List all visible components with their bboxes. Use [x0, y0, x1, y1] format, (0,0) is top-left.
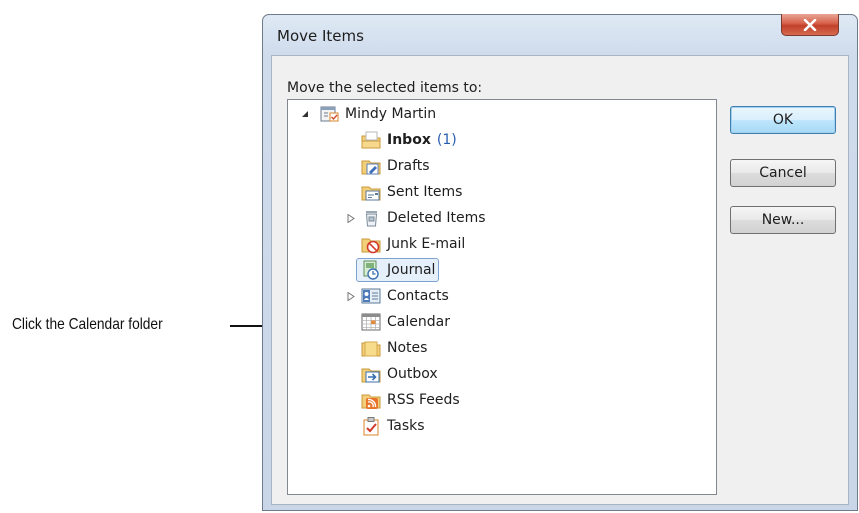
- tree-item-label: Inbox: [387, 132, 431, 148]
- tree-item-outbox[interactable]: Outbox: [360, 362, 438, 386]
- collapsed-triangle-icon: [347, 291, 355, 301]
- cancel-button[interactable]: Cancel: [730, 159, 836, 187]
- collapsed-triangle-icon: [347, 213, 355, 223]
- dialog-client-area: Move the selected items to: Mindy Martin: [271, 55, 849, 505]
- close-icon: [803, 18, 817, 31]
- tree-item-inbox[interactable]: Inbox (1): [360, 128, 457, 152]
- tree-item-mindy-martin[interactable]: Mindy Martin: [318, 102, 436, 126]
- tree-item-rss-feeds[interactable]: RSS Feeds: [360, 388, 460, 412]
- journal-icon: [363, 260, 379, 280]
- annotation-callout-text: Click the Calendar folder: [12, 316, 163, 333]
- tree-item-label: Calendar: [387, 314, 450, 330]
- tree-item-label: Journal: [387, 262, 436, 278]
- tree-item-drafts[interactable]: Drafts: [360, 154, 430, 178]
- notes-folder-icon: [361, 341, 381, 357]
- tree-item-tasks[interactable]: Tasks: [360, 414, 425, 438]
- ok-button[interactable]: OK: [730, 106, 836, 134]
- unread-count-badge: (1): [436, 132, 457, 148]
- tree-item-label: Tasks: [387, 418, 425, 434]
- close-button[interactable]: [781, 14, 839, 36]
- tree-item-label: Sent Items: [387, 184, 463, 200]
- tree-item-calendar[interactable]: Calendar: [360, 310, 450, 334]
- mailbox-icon: [320, 106, 339, 122]
- tree-item-label: Contacts: [387, 288, 449, 304]
- folder-tree[interactable]: Mindy Martin Inbox (1) Drafts Sent Items…: [287, 99, 717, 495]
- tree-item-journal[interactable]: Journal: [356, 258, 440, 282]
- expand-collapse-toggle[interactable]: [300, 109, 310, 119]
- rss-feeds-icon: [361, 394, 381, 409]
- tree-item-deleted-items[interactable]: Deleted Items: [360, 206, 486, 230]
- expanded-triangle-icon: [302, 111, 308, 117]
- dialog-title: Move Items: [277, 27, 364, 45]
- new-folder-button[interactable]: New...: [730, 206, 836, 234]
- tree-item-label: RSS Feeds: [387, 392, 460, 408]
- contacts-icon: [361, 288, 381, 304]
- move-items-dialog: Move Items Move the selected items to: M…: [262, 14, 858, 511]
- expand-collapse-toggle[interactable]: [346, 291, 356, 301]
- tree-item-label: Drafts: [387, 158, 430, 174]
- tree-item-notes[interactable]: Notes: [360, 336, 427, 360]
- expand-collapse-toggle[interactable]: [346, 213, 356, 223]
- outbox-icon: [361, 368, 381, 383]
- tree-item-label: Mindy Martin: [345, 106, 437, 122]
- tree-item-label: Deleted Items: [387, 210, 486, 226]
- move-prompt-label: Move the selected items to:: [287, 80, 483, 96]
- sent-items-folder-icon: [361, 186, 381, 201]
- drafts-folder-icon: [361, 160, 381, 175]
- inbox-folder-icon: [361, 131, 381, 149]
- tasks-icon: [363, 417, 379, 436]
- calendar-icon: [361, 313, 381, 331]
- tree-item-label: Junk E-mail: [387, 236, 466, 252]
- deleted-items-icon: [365, 211, 378, 227]
- tree-item-contacts[interactable]: Contacts: [360, 284, 449, 308]
- tree-item-junk-email[interactable]: Junk E-mail: [360, 232, 465, 256]
- junk-email-icon: [361, 238, 381, 254]
- tree-item-label: Notes: [387, 340, 428, 356]
- tree-item-label: Outbox: [387, 366, 438, 382]
- tree-item-sent-items[interactable]: Sent Items: [360, 180, 462, 204]
- selection-highlight: Journal: [356, 258, 440, 282]
